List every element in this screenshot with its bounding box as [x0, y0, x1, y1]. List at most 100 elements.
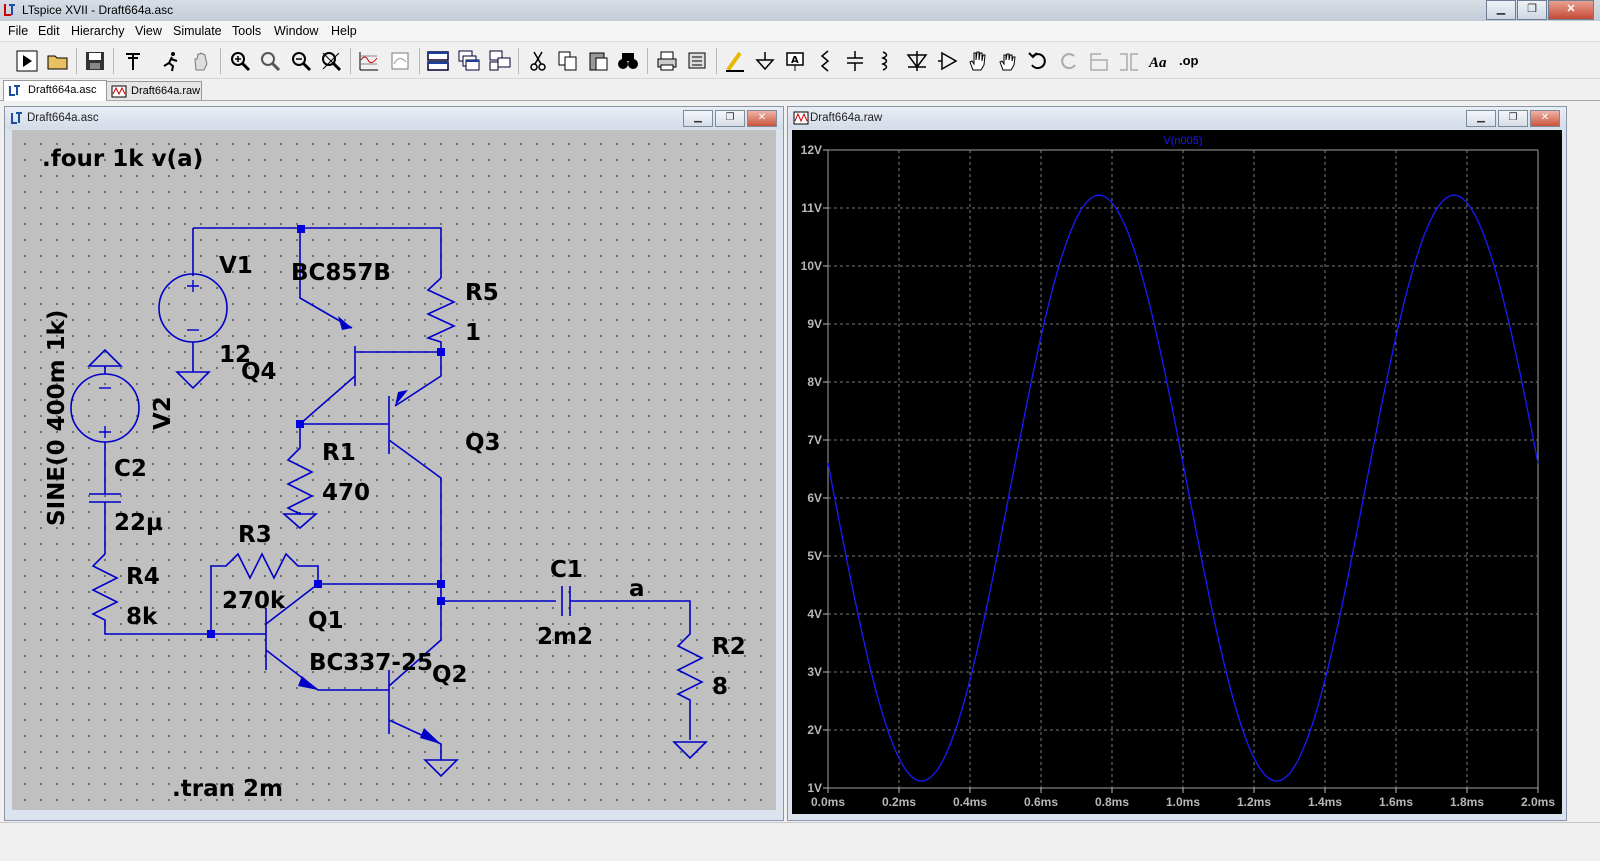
q4-model[interactable]: BC857B — [291, 260, 391, 286]
waveform-window-title: Draft664a.raw — [810, 112, 883, 124]
c2-value[interactable]: 22µ — [114, 510, 163, 536]
schematic-restore-button[interactable]: ❐ — [715, 110, 745, 127]
ltspice-logo-icon — [4, 4, 15, 16]
mirror-icon[interactable] — [1118, 50, 1140, 72]
paste-icon[interactable] — [587, 50, 609, 72]
four-directive[interactable]: .four 1k v(a) — [42, 146, 203, 172]
r2-name[interactable]: R2 — [712, 634, 746, 660]
print-setup-icon[interactable] — [686, 50, 708, 72]
rotate-icon[interactable] — [1088, 50, 1110, 72]
r5-name[interactable]: R5 — [465, 280, 499, 306]
menu-view[interactable]: View — [135, 24, 162, 38]
q4-name[interactable]: Q4 — [241, 359, 277, 385]
label-net-icon[interactable]: A — [784, 50, 806, 72]
v2-value[interactable]: SINE(0 400m 1k) — [44, 310, 70, 526]
spice-directive-icon[interactable]: .op — [1178, 50, 1200, 72]
close-button[interactable]: ✕ — [1548, 0, 1594, 20]
component-icon[interactable] — [937, 50, 959, 72]
draw-wire-icon[interactable] — [724, 50, 746, 72]
undo-icon[interactable] — [1027, 50, 1049, 72]
waveform-plot[interactable]: 0.0ms 0.2ms 0.4ms 0.6ms 0.8ms 1.0ms 1.2ms 1.4ms… — [792, 130, 1562, 814]
capacitor-icon[interactable] — [844, 50, 866, 72]
find-icon[interactable] — [617, 50, 639, 72]
drag-hand-icon[interactable] — [996, 50, 1018, 72]
cascade-icon[interactable] — [458, 50, 480, 72]
r3-name[interactable]: R3 — [238, 522, 272, 548]
menu-file[interactable]: File — [8, 24, 28, 38]
menu-simulate[interactable]: Simulate — [173, 24, 222, 38]
menu-hierarchy[interactable]: Hierarchy — [71, 24, 125, 38]
waveform-close-button[interactable]: ✕ — [1530, 110, 1560, 127]
move-hand-icon[interactable] — [966, 50, 988, 72]
autorange-icon[interactable] — [358, 50, 380, 72]
r4-value[interactable]: 8k — [126, 604, 158, 630]
tile-vertical-icon[interactable] — [489, 50, 511, 72]
tab-waveform[interactable]: Draft664a.raw — [106, 81, 202, 100]
x-tick-label: 0.0ms — [811, 795, 845, 809]
q2-name[interactable]: Q2 — [432, 662, 468, 688]
q3-name[interactable]: Q3 — [465, 430, 501, 456]
minimize-button[interactable]: ▁ — [1486, 0, 1516, 20]
copy-icon[interactable] — [557, 50, 579, 72]
waveform-restore-button[interactable]: ❐ — [1498, 110, 1528, 127]
schematic-window-titlebar[interactable]: Draft664a.asc ▁ ❐ ✕ — [5, 107, 783, 129]
r3-value[interactable]: 270k — [222, 588, 286, 614]
toolbar: A Aa .op — [0, 42, 1600, 79]
menu-tools[interactable]: Tools — [232, 24, 261, 38]
c1-value[interactable]: 2m2 — [537, 624, 593, 650]
tab-schematic[interactable]: Draft664a.asc — [3, 80, 107, 101]
y-tick-label: 8V — [807, 375, 822, 389]
r1-value[interactable]: 470 — [322, 480, 370, 506]
y-tick-label: 11V — [801, 201, 822, 215]
print-icon[interactable] — [656, 50, 678, 72]
zoom-fit-icon[interactable] — [320, 50, 342, 72]
x-tick-label: 0.4ms — [953, 795, 987, 809]
c2-name[interactable]: C2 — [114, 456, 147, 482]
resistor-icon[interactable] — [814, 50, 836, 72]
schematic-close-button[interactable]: ✕ — [747, 110, 777, 127]
run-man-icon[interactable] — [160, 50, 182, 72]
ground-icon[interactable] — [754, 50, 776, 72]
waveform-minimize-button[interactable]: ▁ — [1466, 110, 1496, 127]
schematic-minimize-button[interactable]: ▁ — [683, 110, 713, 127]
zoom-in-icon[interactable] — [229, 50, 251, 72]
open-folder-icon[interactable] — [47, 50, 69, 72]
document-tabs: Draft664a.asc Draft664a.raw — [0, 79, 1600, 101]
control-panel-icon[interactable] — [122, 50, 144, 72]
menu-window[interactable]: Window — [274, 24, 318, 38]
y-tick-label: 2V — [807, 723, 822, 737]
menu-edit[interactable]: Edit — [38, 24, 60, 38]
schematic-canvas[interactable]: .four 1k v(a) .tran 2m V1 12 BC857B Q4 R… — [12, 130, 776, 810]
q1-name[interactable]: Q1 — [308, 608, 344, 634]
r2-value[interactable]: 8 — [712, 674, 728, 700]
r1-name[interactable]: R1 — [322, 440, 356, 466]
restore-button[interactable]: ❐ — [1517, 0, 1547, 20]
r4-name[interactable]: R4 — [126, 564, 160, 590]
redo-icon[interactable] — [1058, 50, 1080, 72]
net-label-a[interactable]: a — [629, 576, 645, 602]
tab-label: Draft664a.raw — [131, 85, 201, 97]
v2-name[interactable]: V2 — [150, 396, 176, 430]
tile-horizontal-icon[interactable] — [427, 50, 449, 72]
waveform-chart[interactable]: 0.0ms 0.2ms 0.4ms 0.6ms 0.8ms 1.0ms 1.2ms 1.4ms… — [792, 130, 1562, 814]
c1-name[interactable]: C1 — [550, 557, 583, 583]
cut-icon[interactable] — [527, 50, 549, 72]
inductor-icon[interactable] — [874, 50, 896, 72]
run-icon[interactable] — [16, 50, 38, 72]
svg-text:.op: .op — [1179, 53, 1199, 68]
tran-directive[interactable]: .tran 2m — [172, 776, 283, 802]
save-icon[interactable] — [84, 50, 106, 72]
pick-traces-icon[interactable] — [389, 50, 411, 72]
pan-icon[interactable] — [259, 50, 281, 72]
x-tick-label: 1.4ms — [1308, 795, 1342, 809]
r5-value[interactable]: 1 — [465, 320, 481, 346]
zoom-out-icon[interactable] — [290, 50, 312, 72]
v1-name[interactable]: V1 — [219, 253, 253, 279]
text-icon[interactable]: Aa — [1148, 50, 1170, 72]
waveform-window-titlebar[interactable]: Draft664a.raw ▁ ❐ ✕ — [788, 107, 1566, 129]
menu-help[interactable]: Help — [331, 24, 357, 38]
x-tick-label: 1.2ms — [1237, 795, 1271, 809]
halt-hand-icon[interactable] — [190, 50, 212, 72]
q2-model[interactable]: BC337-25 — [309, 650, 433, 676]
diode-icon[interactable] — [906, 50, 928, 72]
